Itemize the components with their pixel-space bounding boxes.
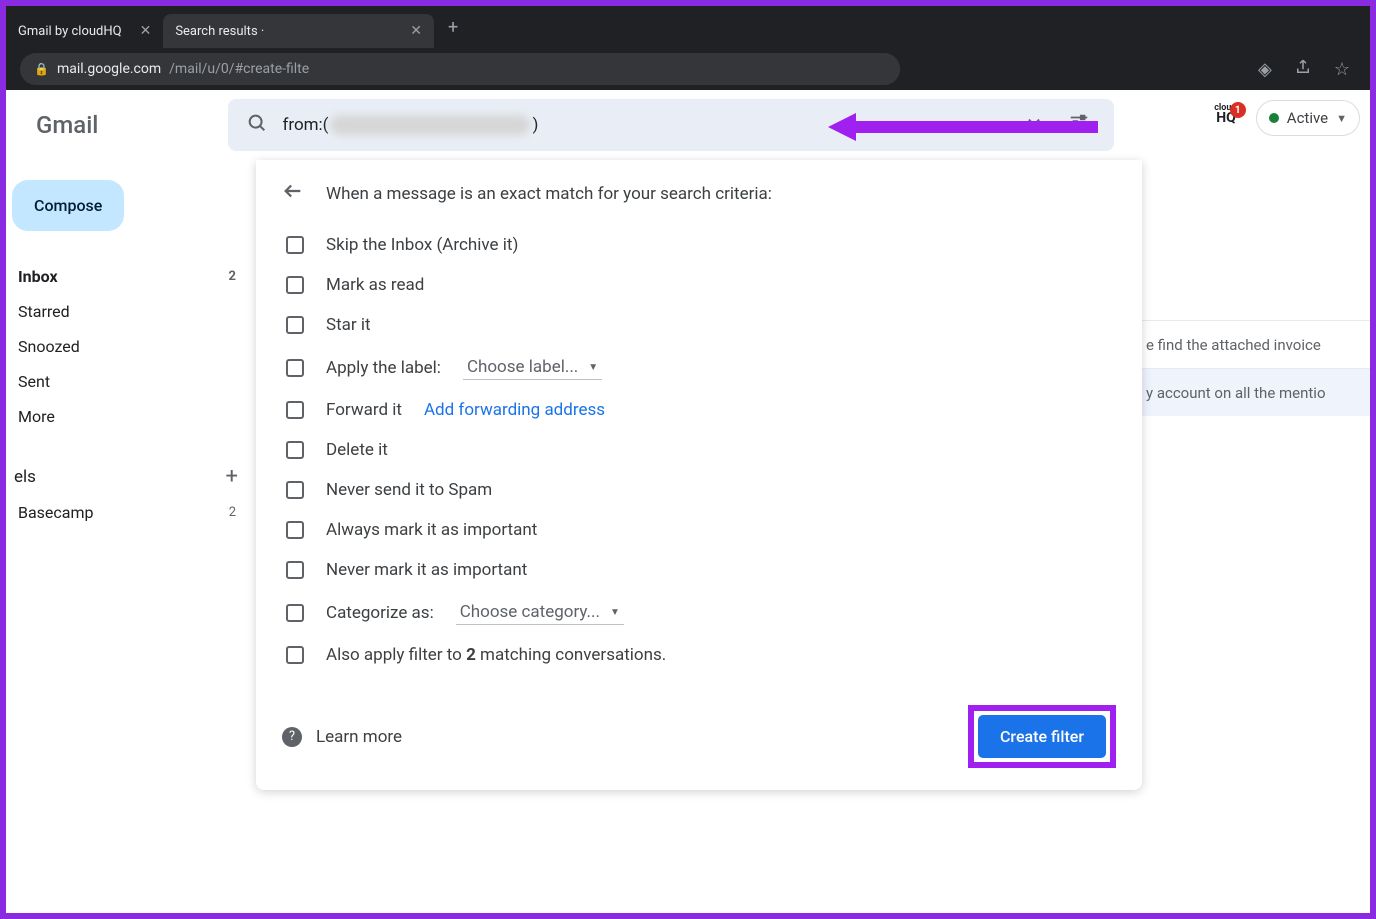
new-tab-button[interactable]: +	[434, 17, 472, 38]
learn-more-link[interactable]: ? Learn more	[282, 727, 402, 747]
back-icon[interactable]	[282, 180, 304, 207]
checkbox[interactable]	[286, 359, 304, 377]
create-filter-panel: When a message is an exact match for you…	[256, 160, 1142, 790]
checkbox[interactable]	[286, 521, 304, 539]
redacted-url	[380, 53, 900, 85]
email-row[interactable]: y account on all the mentio	[1142, 368, 1370, 416]
category-select[interactable]: Choose category...▼	[456, 600, 624, 625]
chevron-down-icon: ▼	[1336, 112, 1347, 125]
label-select[interactable]: Choose label...▼	[463, 355, 602, 380]
cloudhq-icon[interactable]: clouHQ 1	[1216, 110, 1236, 126]
url-path: /mail/u/0/#create-filte	[169, 61, 309, 77]
sidebar-item-snoozed[interactable]: Snoozed	[6, 329, 256, 364]
add-forwarding-link[interactable]: Add forwarding address	[424, 400, 605, 420]
create-filter-button[interactable]: Create filter	[978, 715, 1106, 758]
search-query[interactable]: from:( )	[282, 115, 1005, 135]
clear-icon[interactable]: ✕	[1020, 113, 1049, 137]
browser-tab-1[interactable]: M Search results · ✕	[163, 14, 434, 48]
sidebar: Compose Inbox 2 Starred Snoozed Sent Mor…	[6, 160, 256, 530]
checkbox[interactable]	[286, 276, 304, 294]
search-icon[interactable]	[246, 112, 268, 139]
browser-addressbar: 🔒 mail.google.com/mail/u/0/#create-filte…	[6, 48, 1370, 90]
tab-title: Gmail by cloudHQ	[18, 24, 122, 39]
sidebar-item-inbox[interactable]: Inbox 2	[6, 259, 256, 294]
gmail-header: Gmail from:( ) ✕	[6, 90, 1370, 160]
notification-badge: 1	[1230, 102, 1246, 118]
checkbox[interactable]	[286, 316, 304, 334]
checkbox[interactable]	[286, 236, 304, 254]
add-label-button[interactable]: +	[226, 464, 238, 489]
extension-icon[interactable]: ◈	[1252, 59, 1278, 80]
option-skip-inbox[interactable]: Skip the Inbox (Archive it)	[282, 225, 1116, 265]
option-never-spam[interactable]: Never send it to Spam	[282, 470, 1116, 510]
close-icon[interactable]: ✕	[140, 23, 152, 39]
checkbox[interactable]	[286, 561, 304, 579]
sidebar-item-sent[interactable]: Sent	[6, 364, 256, 399]
checkbox[interactable]	[286, 441, 304, 459]
help-icon: ?	[282, 727, 302, 747]
option-delete[interactable]: Delete it	[282, 430, 1116, 470]
option-categorize[interactable]: Categorize as: Choose category...▼	[282, 590, 1116, 635]
browser-tabbar: Gmail by cloudHQ ✕ M Search results · ✕ …	[6, 6, 1370, 48]
omnibox[interactable]: 🔒 mail.google.com/mail/u/0/#create-filte	[20, 53, 900, 85]
sidebar-item-more[interactable]: More	[6, 399, 256, 434]
gmail-logo: Gmail	[16, 111, 118, 139]
option-mark-read[interactable]: Mark as read	[282, 265, 1116, 305]
compose-button[interactable]: Compose	[12, 180, 124, 231]
chevron-down-icon: ▼	[610, 607, 620, 618]
search-bar[interactable]: from:( ) ✕	[228, 99, 1114, 151]
tune-icon[interactable]	[1062, 112, 1096, 139]
option-star[interactable]: Star it	[282, 305, 1116, 345]
option-also-apply[interactable]: Also apply filter to 2 matching conversa…	[282, 635, 1116, 675]
labels-header: els +	[6, 434, 256, 495]
share-icon[interactable]	[1288, 58, 1318, 81]
option-forward[interactable]: Forward it Add forwarding address	[282, 390, 1116, 430]
option-apply-label[interactable]: Apply the label: Choose label...▼	[282, 345, 1116, 390]
close-icon[interactable]: ✕	[410, 23, 422, 39]
redacted-text	[330, 115, 530, 135]
checkbox[interactable]	[286, 481, 304, 499]
email-row[interactable]: e find the attached invoice	[1142, 320, 1370, 368]
status-dot-icon	[1269, 113, 1279, 123]
panel-title: When a message is an exact match for you…	[326, 184, 772, 204]
url-host: mail.google.com	[57, 61, 161, 77]
email-list-peek: e find the attached invoice y account on…	[1142, 320, 1370, 416]
lock-icon: 🔒	[34, 62, 49, 76]
chevron-down-icon: ▼	[588, 362, 598, 373]
status-dropdown[interactable]: Active ▼	[1256, 100, 1360, 136]
sidebar-label-basecamp[interactable]: Basecamp 2	[6, 495, 256, 530]
tab-title: Search results ·	[175, 24, 264, 39]
checkbox[interactable]	[286, 604, 304, 622]
browser-tab-0[interactable]: Gmail by cloudHQ ✕	[6, 14, 163, 48]
checkbox[interactable]	[286, 401, 304, 419]
star-icon[interactable]: ☆	[1328, 59, 1356, 80]
annotation-highlight: Create filter	[968, 705, 1116, 768]
option-always-important[interactable]: Always mark it as important	[282, 510, 1116, 550]
sidebar-item-starred[interactable]: Starred	[6, 294, 256, 329]
checkbox[interactable]	[286, 646, 304, 664]
option-never-important[interactable]: Never mark it as important	[282, 550, 1116, 590]
